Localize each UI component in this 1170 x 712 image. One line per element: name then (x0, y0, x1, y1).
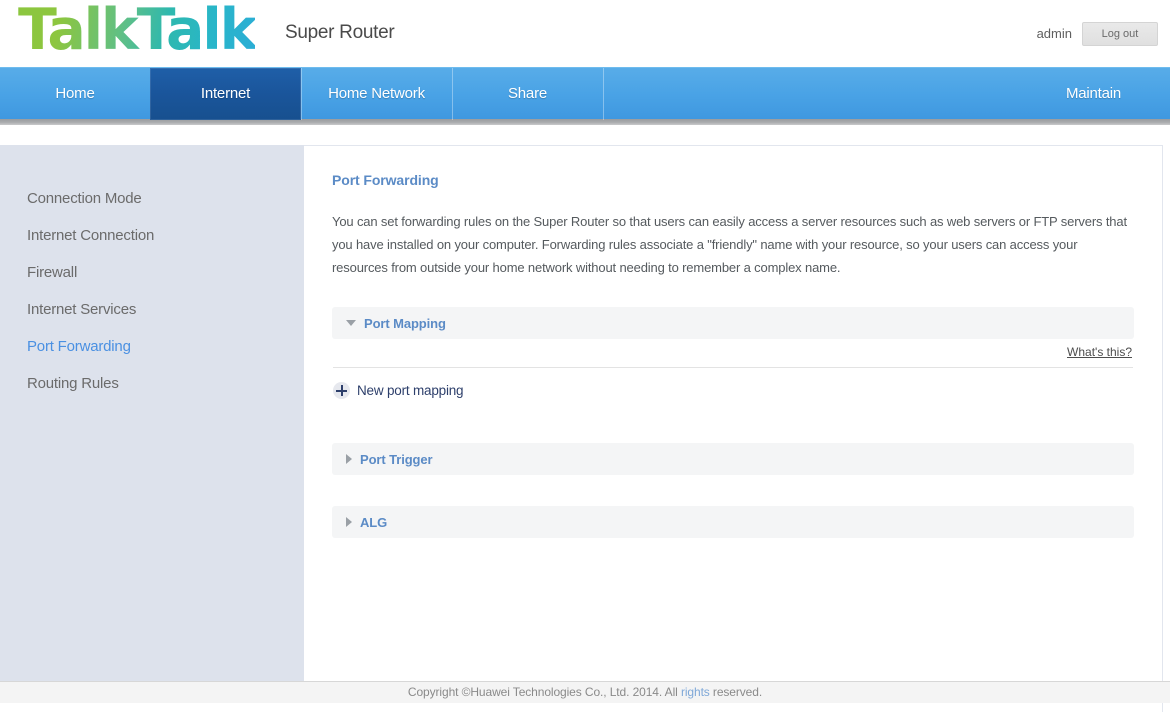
chevron-right-icon (346, 454, 352, 464)
sidebar-item-routing-rules[interactable]: Routing Rules (27, 375, 304, 392)
footer-accent-word[interactable]: rights (681, 685, 710, 699)
nav-item-share[interactable]: Share (452, 68, 603, 120)
main-navigation: Home Internet Home Network Share Maintai… (0, 67, 1170, 120)
page-footer: Copyright ©Huawei Technologies Co., Ltd.… (0, 681, 1170, 703)
nav-item-home[interactable]: Home (0, 68, 150, 120)
section-title-port-trigger: Port Trigger (360, 451, 433, 467)
sidebar-item-port-forwarding[interactable]: Port Forwarding (27, 338, 304, 355)
section-port-trigger: Port Trigger (332, 443, 1134, 475)
section-title-alg: ALG (360, 514, 388, 530)
chevron-down-icon (346, 320, 356, 326)
nav-spacer (603, 68, 1017, 120)
nav-item-home-network[interactable]: Home Network (301, 68, 452, 120)
logout-button[interactable]: Log out (1082, 22, 1158, 46)
footer-text-after: reserved. (709, 685, 763, 699)
whats-this-row: What's this? (333, 339, 1133, 367)
page-title: Port Forwarding (332, 172, 439, 188)
nav-item-internet[interactable]: Internet (150, 68, 301, 120)
section-header-port-mapping[interactable]: Port Mapping (332, 307, 1134, 339)
page-body: Connection Mode Internet Connection Fire… (0, 125, 1170, 712)
section-content-port-mapping: What's this? New port mapping (332, 339, 1134, 409)
new-port-mapping-button[interactable]: New port mapping (333, 368, 464, 409)
section-header-port-trigger[interactable]: Port Trigger (346, 443, 1120, 475)
page-header: TalkTalk Super Router admin Log out (0, 0, 1170, 67)
sidebar-item-internet-connection[interactable]: Internet Connection (27, 227, 304, 244)
chevron-right-icon (346, 517, 352, 527)
talktalk-logo: TalkTalk (18, 0, 257, 63)
sidebar: Connection Mode Internet Connection Fire… (0, 145, 304, 695)
section-header-alg[interactable]: ALG (346, 506, 1120, 538)
sidebar-menu: Connection Mode Internet Connection Fire… (0, 145, 304, 392)
section-port-mapping: Port Mapping What's this? New port mappi… (332, 307, 1134, 409)
section-title-port-mapping: Port Mapping (364, 315, 446, 331)
section-alg: ALG (332, 506, 1134, 538)
current-user-label: admin (1036, 26, 1072, 41)
main-content-panel: Port Forwarding You can set forwarding r… (304, 145, 1163, 712)
plus-icon (333, 382, 350, 399)
sidebar-item-internet-services[interactable]: Internet Services (27, 301, 304, 318)
whats-this-link[interactable]: What's this? (1067, 345, 1132, 359)
sidebar-item-firewall[interactable]: Firewall (27, 264, 304, 281)
content-inner: Port Forwarding You can set forwarding r… (304, 146, 1162, 538)
nav-item-maintain[interactable]: Maintain (1017, 68, 1170, 120)
footer-text-before: Copyright ©Huawei Technologies Co., Ltd.… (407, 685, 681, 699)
page-description: You can set forwarding rules on the Supe… (332, 214, 1127, 275)
product-name: Super Router (285, 22, 395, 43)
sidebar-item-connection-mode[interactable]: Connection Mode (27, 190, 304, 207)
new-port-mapping-label: New port mapping (357, 383, 464, 398)
